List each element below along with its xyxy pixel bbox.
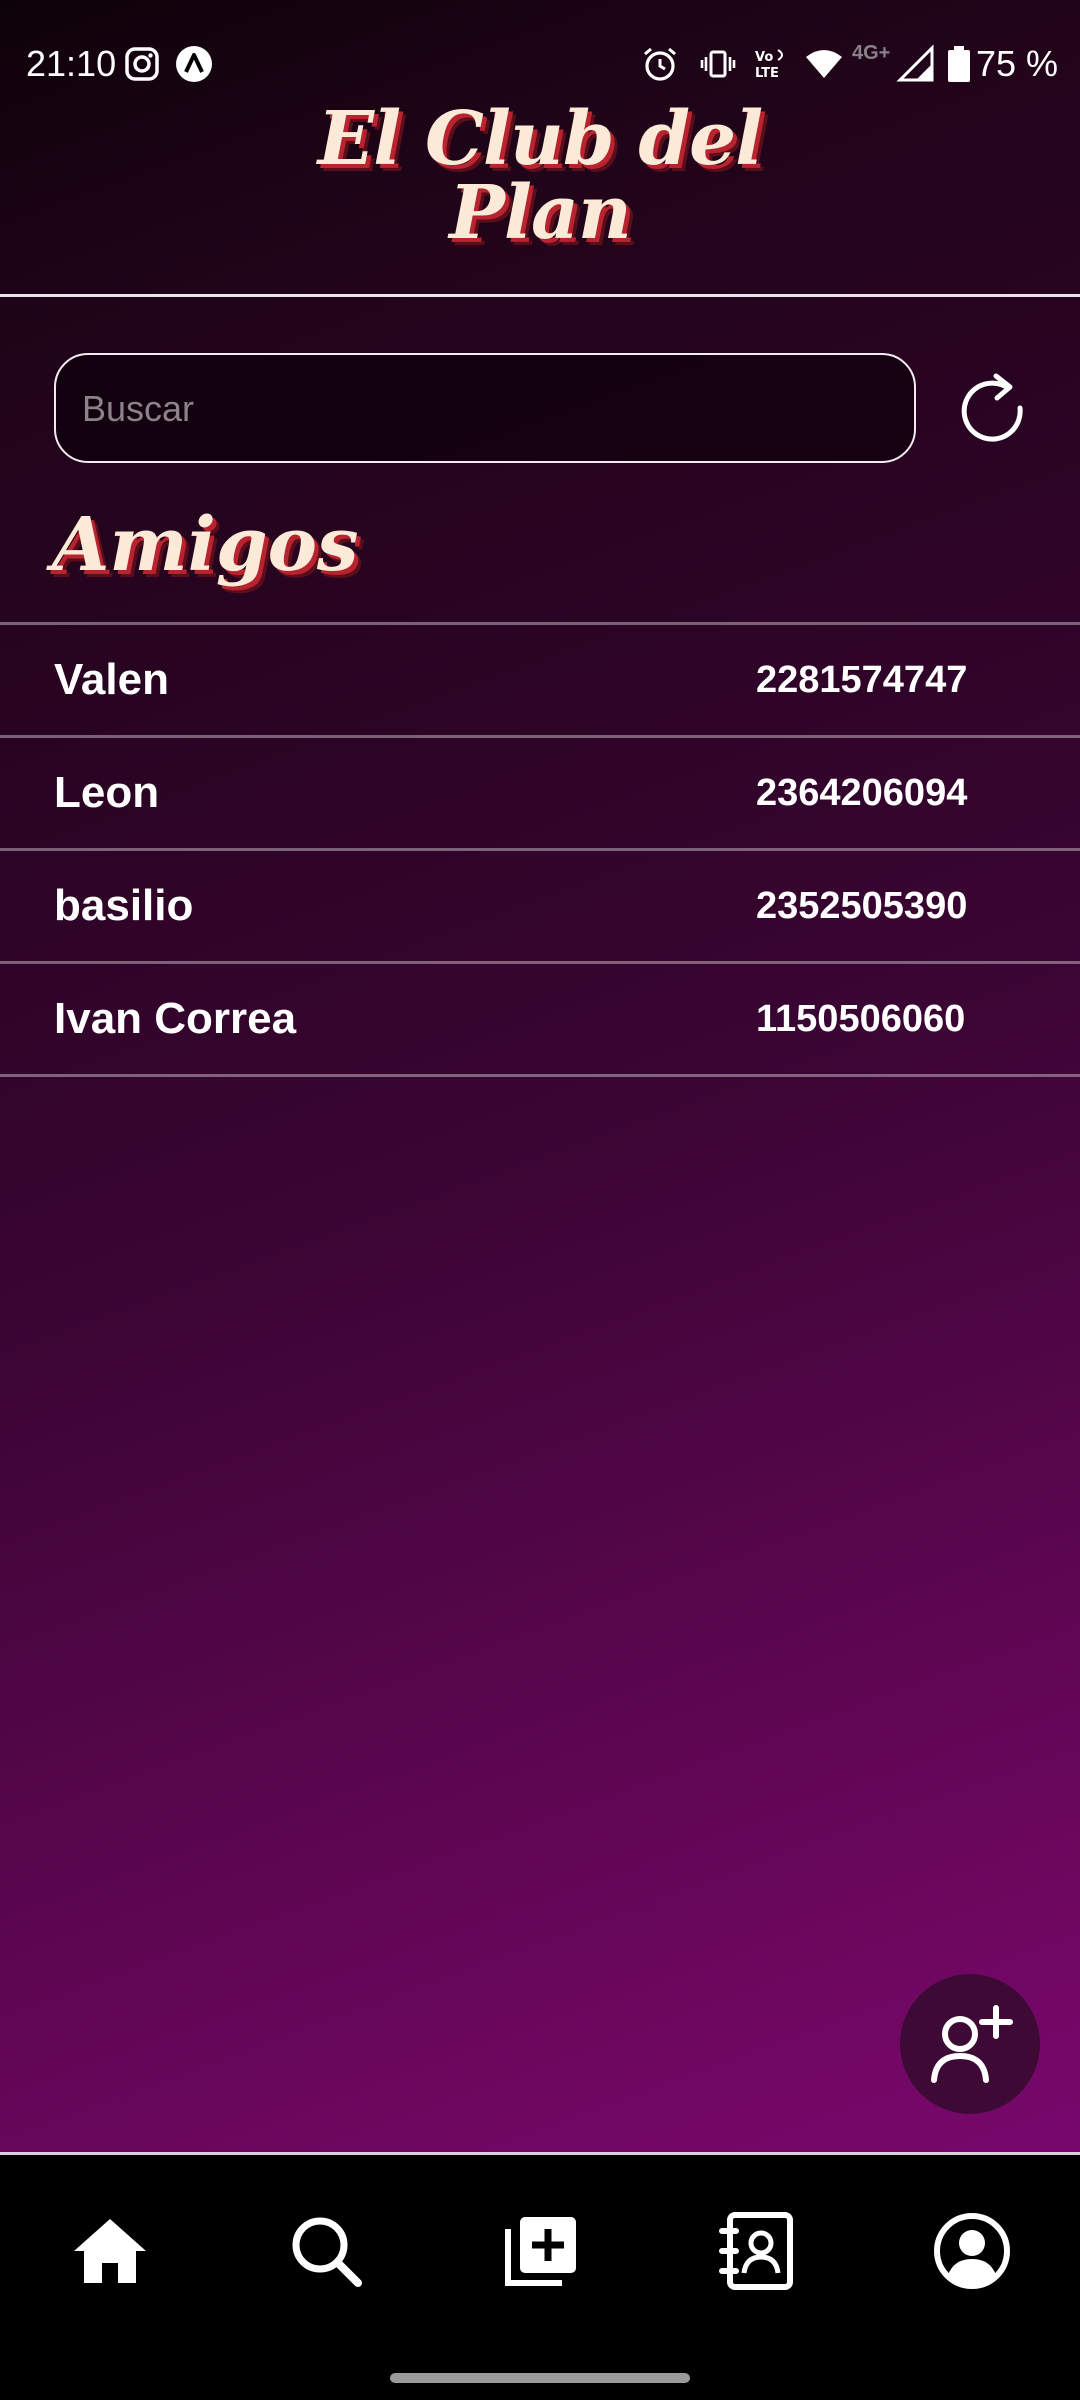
logo-line-1: El Club del: [317, 96, 764, 182]
friend-phone: 1150506060: [756, 998, 966, 1040]
refresh-icon: [961, 373, 1023, 442]
friend-phone: 2352505390: [756, 885, 968, 927]
friend-phone: 2281574747: [756, 659, 968, 701]
friend-row[interactable]: Ivan Correa 1150506060: [0, 964, 1080, 1077]
svg-text:LTE: LTE: [755, 66, 779, 81]
app-header: El Club del Plan: [0, 100, 1080, 292]
battery-icon: [944, 44, 974, 84]
status-time: 21:10: [26, 43, 117, 84]
volte-icon: Vo LTE: [752, 44, 792, 84]
svg-text:Vo: Vo: [755, 50, 773, 65]
friends-list: Valen 2281574747 Leon 2364206094 basilio…: [0, 622, 1080, 1077]
search-input[interactable]: [80, 355, 884, 463]
profile-icon: [934, 2213, 1010, 2289]
wifi-icon: [804, 44, 844, 84]
friend-name: Valen: [54, 655, 169, 704]
app-logo: El Club del Plan: [290, 102, 790, 250]
section-title: Amigos: [52, 502, 359, 588]
contacts-icon: [719, 2212, 793, 2290]
nav-search[interactable]: [286, 2211, 366, 2291]
app-notification-icon: [174, 44, 214, 84]
home-icon: [74, 2219, 146, 2283]
refresh-button[interactable]: [952, 368, 1032, 448]
friend-phone: 2364206094: [756, 772, 968, 814]
network-badge: 4G+: [852, 42, 891, 64]
nav-home[interactable]: [70, 2211, 150, 2291]
add-friend-button[interactable]: [900, 1974, 1040, 2114]
bottom-nav: [0, 2152, 1080, 2400]
signal-icon: [896, 44, 936, 84]
friend-name: Leon: [54, 768, 160, 817]
logo-line-2: Plan: [449, 170, 632, 256]
vibrate-icon: [698, 44, 738, 84]
battery-percentage: 75 %: [976, 43, 1059, 84]
nav-contacts[interactable]: [716, 2211, 796, 2291]
nav-profile[interactable]: [932, 2211, 1012, 2291]
screen: 21:10 Vo LTE 4G+ 75 % El Club del Plan B…: [0, 0, 1080, 2400]
friend-row[interactable]: Valen 2281574747: [0, 625, 1080, 738]
instagram-icon: [122, 44, 162, 84]
add-plan-icon: [505, 2217, 576, 2286]
friend-row[interactable]: basilio 2352505390: [0, 851, 1080, 964]
search-box[interactable]: [54, 353, 916, 463]
alarm-icon: [640, 44, 680, 84]
friend-name: basilio: [54, 881, 194, 930]
header-divider: [0, 294, 1080, 297]
home-indicator[interactable]: [390, 2373, 690, 2383]
search-icon: [292, 2217, 362, 2287]
add-friend-icon: [931, 2005, 1013, 2083]
friend-name: Ivan Correa: [54, 994, 297, 1043]
nav-add-plan[interactable]: [500, 2211, 580, 2291]
friend-row[interactable]: Leon 2364206094: [0, 738, 1080, 851]
